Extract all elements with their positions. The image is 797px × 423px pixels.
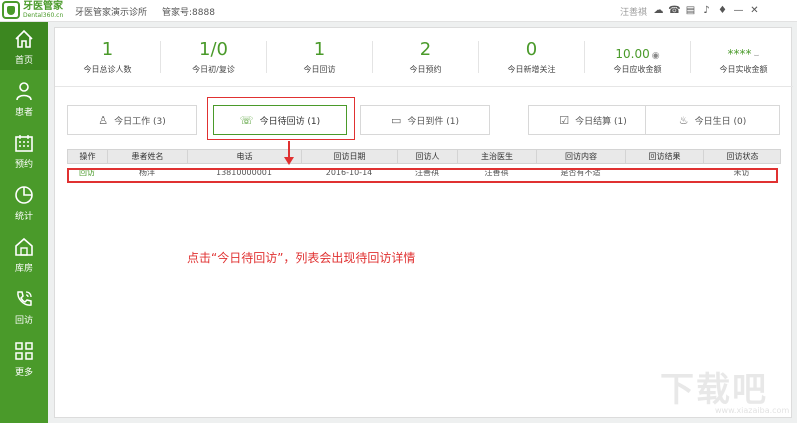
divider <box>55 86 793 87</box>
patient-icon <box>16 82 32 101</box>
stat-receivable[interactable]: 10.00 ◉ 今日应收金额 <box>585 28 690 86</box>
arrow-down-icon <box>284 157 294 165</box>
user-icon: ♙ <box>98 113 109 127</box>
column-header: 回访结果 <box>626 150 704 164</box>
tab-today-settlement[interactable]: ☑ 今日结算 (1) <box>528 105 658 135</box>
stat-value: **** <box>727 47 752 61</box>
tooth-logo-icon <box>2 1 20 19</box>
sidebar-item-appointments[interactable]: 预约 <box>0 126 48 174</box>
stat-value: 1 <box>101 39 114 60</box>
sidebar-item-label: 预约 <box>14 160 33 170</box>
checkbox-icon: ☑ <box>559 113 570 127</box>
app-logo: 牙医管家 Dental360.cn <box>2 1 68 21</box>
tab-label: 今日结算 (1) <box>575 116 627 127</box>
tab-today-birthdays[interactable]: ♨ 今日生日 (0) <box>645 105 780 135</box>
title-bar: 牙医管家 Dental360.cn 牙医管家演示诊所 管家号:8888 汪善祺 … <box>0 0 797 22</box>
sidebar-item-statistics[interactable]: 统计 <box>0 178 48 226</box>
cake-icon: ♨ <box>678 113 689 127</box>
box-icon: ▭ <box>390 113 402 127</box>
tab-highlight-box <box>207 97 355 140</box>
stat-label: 今日初/复诊 <box>192 65 235 74</box>
sidebar-item-warehouse[interactable]: 库房 <box>0 230 48 278</box>
stats-row: 1 今日总诊人数 1/0 今日初/复诊 1 今日回访 2 今日预约 0 今日新增… <box>55 28 793 86</box>
calendar-icon <box>15 135 33 152</box>
sidebar: 首页 患者 预约 统计 库房 回访 更多 <box>0 22 48 423</box>
home-icon <box>15 29 33 48</box>
sidebar-item-label: 首页 <box>14 56 33 66</box>
logo-text: 牙医管家 <box>23 1 63 12</box>
close-icon[interactable]: ✕ <box>748 4 761 17</box>
stat-label: 今日预约 <box>409 65 442 74</box>
today-tabs: ♙ 今日工作 (3) ☏ 今日待回访 (1) ▭ 今日到件 (1) ☑ 今日结算… <box>55 105 793 135</box>
stat-new-followers[interactable]: 0 今日新增关注 <box>479 28 584 86</box>
grid-icon <box>15 342 33 360</box>
minimize-icon[interactable]: — <box>732 4 745 17</box>
column-header: 回访人 <box>398 150 458 164</box>
stat-label: 今日实收金额 <box>719 65 768 74</box>
stat-appointments[interactable]: 2 今日预约 <box>373 28 478 86</box>
account-number: 管家号:8888 <box>162 8 215 18</box>
clinic-name: 牙医管家演示诊所 <box>75 8 148 18</box>
phone-call-icon <box>17 291 32 306</box>
phone-icon[interactable]: ☎ <box>668 4 681 17</box>
stat-value: 10.00 <box>615 47 650 61</box>
bell-icon[interactable]: ♪ <box>700 4 713 17</box>
stat-label: 今日应收金额 <box>613 65 662 74</box>
stat-received[interactable]: **** ⌣ 今日实收金额 <box>691 28 796 86</box>
row-highlight-box <box>67 168 778 183</box>
sidebar-item-patients[interactable]: 患者 <box>0 74 48 122</box>
stat-value: 1 <box>313 39 326 60</box>
sidebar-item-label: 更多 <box>14 368 33 378</box>
stat-label: 今日新增关注 <box>507 65 556 74</box>
column-header: 主治医生 <box>458 150 537 164</box>
clipboard-icon[interactable]: ▤ <box>684 4 697 17</box>
column-header: 操作 <box>68 150 108 164</box>
stat-total-patients[interactable]: 1 今日总诊人数 <box>55 28 160 86</box>
column-header: 回访内容 <box>537 150 626 164</box>
current-user[interactable]: 汪善祺 <box>620 5 647 18</box>
sidebar-item-followup[interactable]: 回访 <box>0 282 48 330</box>
stat-value: 1/0 <box>199 39 228 60</box>
sidebar-item-home[interactable]: 首页 <box>0 22 48 70</box>
tab-today-work[interactable]: ♙ 今日工作 (3) <box>67 105 197 135</box>
sidebar-item-more[interactable]: 更多 <box>0 334 48 382</box>
tutorial-annotation: 点击“今日待回访”，列表会出现待回访详情 <box>187 251 416 265</box>
stat-value: 2 <box>419 39 432 60</box>
shirt-icon[interactable]: ♦ <box>716 4 729 17</box>
table-header: 操作 患者姓名 电话 回访日期 回访人 主治医生 回访内容 回访结果 回访状态 <box>67 149 781 164</box>
eye-closed-icon[interactable]: ⌣ <box>754 46 760 66</box>
watermark: 下载吧 www.xiazaiba.com <box>660 362 792 418</box>
column-header: 回访状态 <box>726 152 759 161</box>
watermark-text: 下载吧 <box>660 370 768 410</box>
warehouse-icon <box>15 237 33 256</box>
column-header: 回访日期 <box>302 150 398 164</box>
tab-label: 今日到件 (1) <box>407 116 460 127</box>
sidebar-item-label: 统计 <box>14 212 33 222</box>
topbar-icons: ☁ ☎ ▤ ♪ ♦ — ✕ <box>652 4 761 17</box>
pie-chart-icon <box>15 186 33 204</box>
dashboard-panel: 1 今日总诊人数 1/0 今日初/复诊 1 今日回访 2 今日预约 0 今日新增… <box>54 27 793 418</box>
stat-value-row: **** ⌣ <box>691 44 796 66</box>
stat-first-return-visits[interactable]: 1/0 今日初/复诊 <box>161 28 266 86</box>
sidebar-item-label: 患者 <box>14 108 33 118</box>
eye-icon[interactable]: ◉ <box>652 46 660 66</box>
stat-value-row: 10.00 ◉ <box>585 44 690 66</box>
stat-label: 今日总诊人数 <box>83 65 132 74</box>
sidebar-item-label: 回访 <box>14 316 33 326</box>
logo-subtext: Dental360.cn <box>23 12 64 19</box>
tab-label: 今日工作 (3) <box>114 116 166 127</box>
stat-label: 今日回访 <box>303 65 336 74</box>
sidebar-item-label: 库房 <box>14 264 33 274</box>
column-header: 患者姓名 <box>108 150 188 164</box>
tab-label: 今日生日 (0) <box>694 116 747 127</box>
stat-followups[interactable]: 1 今日回访 <box>267 28 372 86</box>
weibo-icon[interactable]: ☁ <box>652 4 665 17</box>
watermark-url: www.xiazaiba.com <box>715 406 790 415</box>
stat-value: 0 <box>525 39 538 60</box>
tab-today-arrivals[interactable]: ▭ 今日到件 (1) <box>360 105 490 135</box>
